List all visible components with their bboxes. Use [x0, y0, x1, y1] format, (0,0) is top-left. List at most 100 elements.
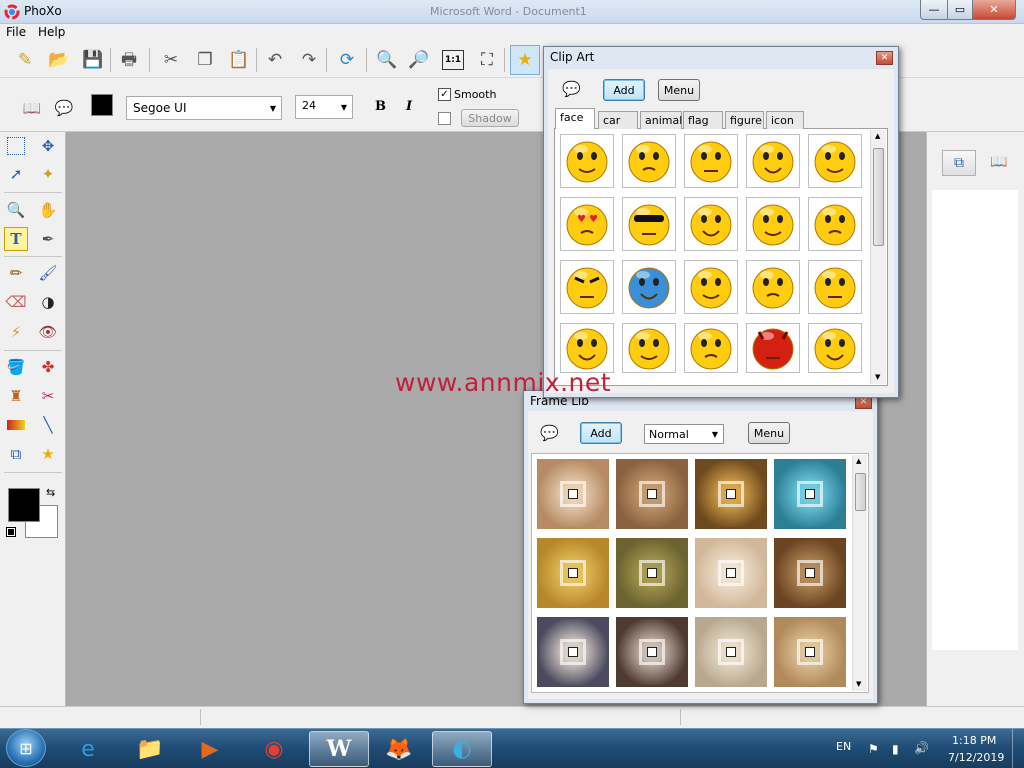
brush-icon[interactable]: 🖌 [36, 261, 60, 285]
tab-figure[interactable]: figure [725, 111, 764, 129]
ie-icon[interactable]: e [58, 731, 118, 767]
new-icon[interactable]: ✎ [12, 47, 38, 73]
frame-3-thumbnail[interactable] [695, 459, 767, 529]
love-face-icon[interactable]: ♥ ♥ [560, 197, 614, 251]
smooth-checkbox[interactable]: ✓ [438, 88, 451, 101]
frame-menu-button[interactable]: Menu [748, 422, 790, 444]
swap-colors-icon[interactable]: ⇆ [46, 486, 55, 499]
frame-lib-tip-icon[interactable]: 💬 [540, 424, 559, 442]
clock-date[interactable]: 7/12/2019 [948, 751, 1004, 764]
cool-face-icon[interactable] [622, 197, 676, 251]
undo-icon[interactable]: ↶ [262, 47, 288, 73]
scroll-down-icon[interactable]: ▼ [875, 373, 880, 381]
drooling-face-icon[interactable] [622, 323, 676, 373]
action-center-icon[interactable]: ⚑ [868, 742, 879, 756]
confused-face-icon[interactable] [808, 197, 862, 251]
eraser-icon[interactable]: ⌫ [4, 290, 28, 314]
clip-art-tip-icon[interactable]: 💬 [562, 80, 581, 98]
scolding-face-icon[interactable] [684, 260, 738, 314]
laughing-face-icon[interactable] [746, 197, 800, 251]
hurt-face-icon[interactable] [808, 134, 862, 188]
crying-face-icon[interactable] [746, 260, 800, 314]
frame-12-thumbnail[interactable] [774, 617, 846, 687]
fit-window-icon[interactable]: ⛶ [474, 47, 500, 73]
tab-animal[interactable]: animal [640, 111, 682, 129]
frame-7-thumbnail[interactable] [695, 538, 767, 608]
default-colors-icon[interactable] [6, 527, 16, 537]
frame-5-thumbnail[interactable] [537, 538, 609, 608]
cut-icon[interactable]: ✂ [158, 47, 184, 73]
scroll-down-icon[interactable]: ▼ [856, 680, 861, 688]
frame-11-thumbnail[interactable] [695, 617, 767, 687]
frame-10-thumbnail[interactable] [616, 617, 688, 687]
menu-file[interactable]: File [6, 25, 26, 39]
clip-scroll-thumb[interactable] [873, 148, 884, 246]
text-tool-icon[interactable]: T [4, 227, 28, 251]
actual-size-icon[interactable]: 1:1 [442, 50, 464, 70]
frame-9-thumbnail[interactable] [537, 617, 609, 687]
frame-6-thumbnail[interactable] [616, 538, 688, 608]
minimize-button[interactable]: — [920, 0, 948, 20]
open-icon[interactable]: 📂 [46, 47, 72, 73]
zoom-out-icon[interactable]: 🔎 [406, 47, 432, 73]
clone-icon[interactable]: ⚡ [4, 320, 28, 344]
italic-button[interactable]: I [406, 99, 412, 114]
bandaged-face-icon[interactable] [746, 134, 800, 188]
devil-face-icon[interactable] [746, 323, 800, 373]
eyedropper-icon[interactable]: ✒ [36, 227, 60, 251]
stamp-icon[interactable]: ♜ [4, 384, 28, 408]
drumming-face-icon[interactable] [808, 323, 862, 373]
volume-icon[interactable]: 🔊 [914, 741, 929, 755]
dizzy-face-icon[interactable] [560, 134, 614, 188]
surprised-face-icon[interactable] [622, 134, 676, 188]
pencil-icon[interactable]: ✏ [4, 261, 28, 285]
clip-add-button[interactable]: Add [603, 79, 645, 101]
chrome-icon[interactable]: ◉ [244, 731, 304, 767]
book-icon[interactable]: 📖 [20, 96, 44, 120]
history-book-icon[interactable]: 📖 [990, 154, 1007, 170]
shocked-face-icon[interactable] [560, 323, 614, 373]
firefox-icon[interactable]: 🦊 [369, 731, 429, 767]
clock-time[interactable]: 1:18 PM [952, 734, 996, 747]
color-replace-icon[interactable]: ✤ [36, 355, 60, 379]
lasso-select-icon[interactable]: ➚ [4, 162, 28, 186]
clip-art-toggle-icon[interactable]: ★ [510, 45, 540, 75]
media-player-icon[interactable]: ▶ [180, 731, 240, 767]
heal-icon[interactable]: ✂ [36, 384, 60, 408]
gradient-icon[interactable] [7, 420, 25, 430]
magic-wand-icon[interactable]: ✦ [36, 162, 60, 186]
start-button[interactable]: ⊞ [6, 729, 46, 767]
sad-face-icon[interactable] [808, 260, 862, 314]
frame-1-thumbnail[interactable] [537, 459, 609, 529]
close-button[interactable]: ✕ [972, 0, 1016, 20]
phoxo-icon[interactable]: ◐ [432, 731, 492, 767]
move-icon[interactable]: ✥ [36, 134, 60, 158]
frame-mode-select[interactable]: Normal ▼ [644, 424, 724, 444]
scroll-up-icon[interactable]: ▲ [875, 132, 880, 140]
show-desktop-button[interactable] [1012, 729, 1024, 768]
bold-button[interactable]: B [375, 99, 386, 114]
fill-icon[interactable]: 🪣 [4, 355, 28, 379]
sweat-face-icon[interactable] [684, 197, 738, 251]
shadow-button[interactable]: Shadow [461, 109, 519, 127]
text-color-swatch[interactable] [91, 94, 113, 116]
font-size-select[interactable]: 24 ▼ [295, 95, 353, 119]
scroll-up-icon[interactable]: ▲ [856, 457, 861, 465]
layers-icon[interactable]: ⧉ [942, 150, 976, 176]
language-indicator[interactable]: EN [836, 740, 851, 753]
frame-add-button[interactable]: Add [580, 422, 622, 444]
clip-art-scrollbar[interactable]: ▲ ▼ [870, 130, 886, 384]
network-icon[interactable]: ▮ [892, 742, 899, 756]
copy-icon[interactable]: ❐ [192, 47, 218, 73]
refresh-icon[interactable]: ⟳ [334, 47, 360, 73]
print-icon[interactable]: 🖶 [116, 47, 142, 73]
frame-2-thumbnail[interactable] [616, 459, 688, 529]
word-icon[interactable]: W [309, 731, 369, 767]
clip-art-close-icon[interactable]: ✕ [876, 51, 893, 65]
menu-help[interactable]: Help [38, 25, 65, 39]
frame-scroll-thumb[interactable] [855, 473, 866, 511]
red-eye-icon[interactable]: 👁 [36, 320, 60, 344]
hand-tool-icon[interactable]: ✋ [36, 198, 60, 222]
clip-menu-button[interactable]: Menu [658, 79, 700, 101]
font-select[interactable]: Segoe UI ▼ [126, 96, 282, 120]
